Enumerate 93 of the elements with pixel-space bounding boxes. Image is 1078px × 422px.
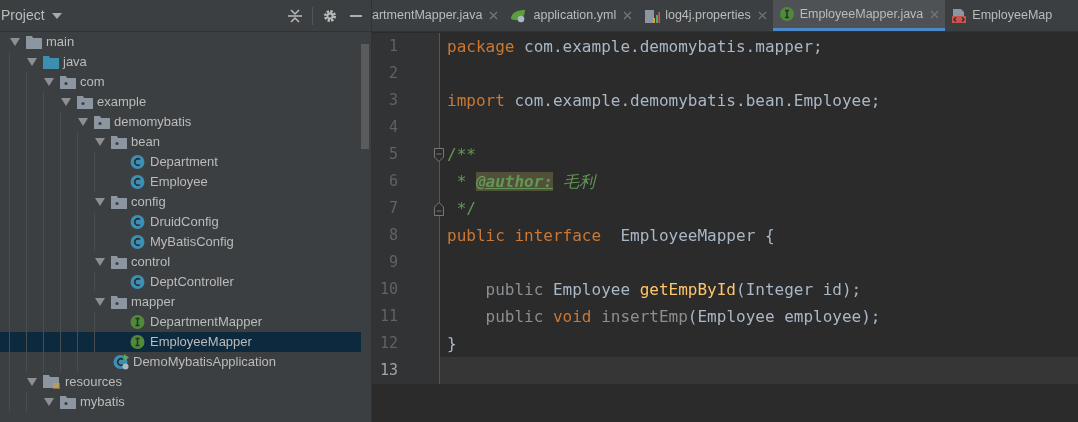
code-line: public void insertEmp(Employee employee); xyxy=(484,305,881,328)
tree-item-label: DeptController xyxy=(150,273,234,292)
package-folder-icon xyxy=(60,75,76,89)
settings-icon[interactable] xyxy=(323,8,337,23)
package-folder-icon xyxy=(77,95,93,109)
run-class-icon xyxy=(113,354,129,370)
collapse-all-icon[interactable] xyxy=(288,8,302,23)
package-folder-icon xyxy=(111,255,127,269)
expand-arrow-icon[interactable] xyxy=(95,257,105,267)
code-line: public Employee getEmpById(Integer id); xyxy=(484,278,862,301)
tree-item[interactable]: Department xyxy=(0,152,361,172)
tree-item-label: resources xyxy=(65,373,123,392)
tree-item-label: mapper xyxy=(131,293,176,312)
package-folder-icon xyxy=(60,395,76,409)
editor-tab[interactable]: log4j.properties xyxy=(638,0,773,31)
tree-item-label: main xyxy=(46,33,75,52)
folder-icon xyxy=(43,55,59,69)
tab-label: log4j.properties xyxy=(665,7,751,25)
tree-item-label: MyBatisConfig xyxy=(150,233,234,252)
tab-label: artmentMapper.java xyxy=(372,7,483,25)
tree-item[interactable]: DeptController xyxy=(0,272,361,292)
tree-item-label: com xyxy=(80,73,105,92)
tree-item-label: DemoMybatisApplication xyxy=(133,353,277,372)
tree-item[interactable]: Employee xyxy=(0,172,361,192)
tree-item-label: bean xyxy=(131,133,160,152)
tree-item-label: control xyxy=(131,253,171,272)
code-line: */ xyxy=(455,197,476,220)
tree-item[interactable]: java xyxy=(0,52,361,72)
tree-item-label: DepartmentMapper xyxy=(150,313,262,332)
interface-icon xyxy=(130,334,146,350)
dropdown-caret-icon[interactable] xyxy=(51,12,62,19)
expand-arrow-icon[interactable] xyxy=(95,297,105,307)
package-folder-icon xyxy=(94,115,110,129)
package-folder-icon xyxy=(111,135,127,149)
package-folder-icon xyxy=(111,195,127,209)
close-icon[interactable] xyxy=(930,9,940,19)
tree-item[interactable]: EmployeeMapper xyxy=(0,332,361,352)
tree-item[interactable]: DruidConfig xyxy=(0,212,361,232)
tree-item[interactable]: mapper xyxy=(0,292,361,312)
tree-item-label: Employee xyxy=(150,173,208,192)
code-line: } xyxy=(447,332,457,355)
folder-icon xyxy=(26,35,42,49)
tree-item[interactable]: main xyxy=(0,32,361,52)
expand-arrow-icon[interactable] xyxy=(95,197,105,207)
tree-item[interactable]: resources xyxy=(0,372,361,392)
code-line: * @author: 毛利 xyxy=(455,170,595,193)
scrollbar[interactable] xyxy=(361,44,369,149)
tree-item[interactable]: com xyxy=(0,72,361,92)
tree-item-label: DruidConfig xyxy=(150,213,219,232)
line-number: 13 xyxy=(378,360,398,382)
tree-item-label: EmployeeMapper xyxy=(150,333,252,352)
class-icon xyxy=(130,174,146,190)
tree-item[interactable]: bean xyxy=(0,132,361,152)
package-folder-icon xyxy=(111,295,127,309)
tree-item[interactable]: control xyxy=(0,252,361,272)
class-icon xyxy=(130,154,146,170)
tree-item-label: mybatis xyxy=(80,393,125,412)
tab-label: EmployeeMap xyxy=(972,7,1053,25)
tree-item-label: java xyxy=(63,53,87,72)
tree-item[interactable]: demomybatis xyxy=(0,112,361,132)
bar-chart-icon xyxy=(644,7,661,24)
panel-title[interactable]: Project xyxy=(1,5,45,26)
tree-item-label: example xyxy=(97,93,147,112)
code-line: package com.example.demomybatis.mapper; xyxy=(447,35,823,58)
class-icon xyxy=(130,274,146,290)
editor-tab[interactable]: EmployeeMapper.java xyxy=(772,0,946,31)
tab-label: EmployeeMapper.java xyxy=(799,5,924,23)
tree-item[interactable]: config xyxy=(0,192,361,212)
fold-marker-icon[interactable] xyxy=(434,201,444,216)
tab-label: application.yml xyxy=(533,7,617,25)
class-icon xyxy=(130,234,146,250)
close-icon[interactable] xyxy=(757,11,767,20)
interface-icon xyxy=(778,6,795,22)
fold-marker-icon[interactable] xyxy=(434,147,444,162)
editor-tab[interactable]: application.yml xyxy=(504,0,639,31)
class-icon xyxy=(130,214,146,230)
code-line: /** xyxy=(447,143,476,166)
code-line: import com.example.demomybatis.bean.Employee; xyxy=(447,89,881,112)
close-icon[interactable] xyxy=(623,11,633,20)
tree-item[interactable]: MyBatisConfig xyxy=(0,232,361,252)
tree-item-label: Department xyxy=(150,153,218,172)
editor-tab[interactable]: EmployeeMap xyxy=(945,0,1059,31)
close-icon[interactable] xyxy=(489,11,499,20)
tree-item[interactable]: mybatis xyxy=(0,392,361,412)
tree-item[interactable]: DemoMybatisApplication xyxy=(0,352,361,372)
tree-item[interactable]: example xyxy=(0,92,361,112)
code-line: public interface EmployeeMapper { xyxy=(447,224,775,247)
tree-item-label: config xyxy=(131,193,166,212)
editor-tab[interactable]: artmentMapper.java xyxy=(372,0,505,31)
tree-item-label: demomybatis xyxy=(114,113,192,132)
resource-folder-icon xyxy=(43,374,61,390)
interface-icon xyxy=(130,314,146,330)
xml-file-icon xyxy=(951,7,968,24)
